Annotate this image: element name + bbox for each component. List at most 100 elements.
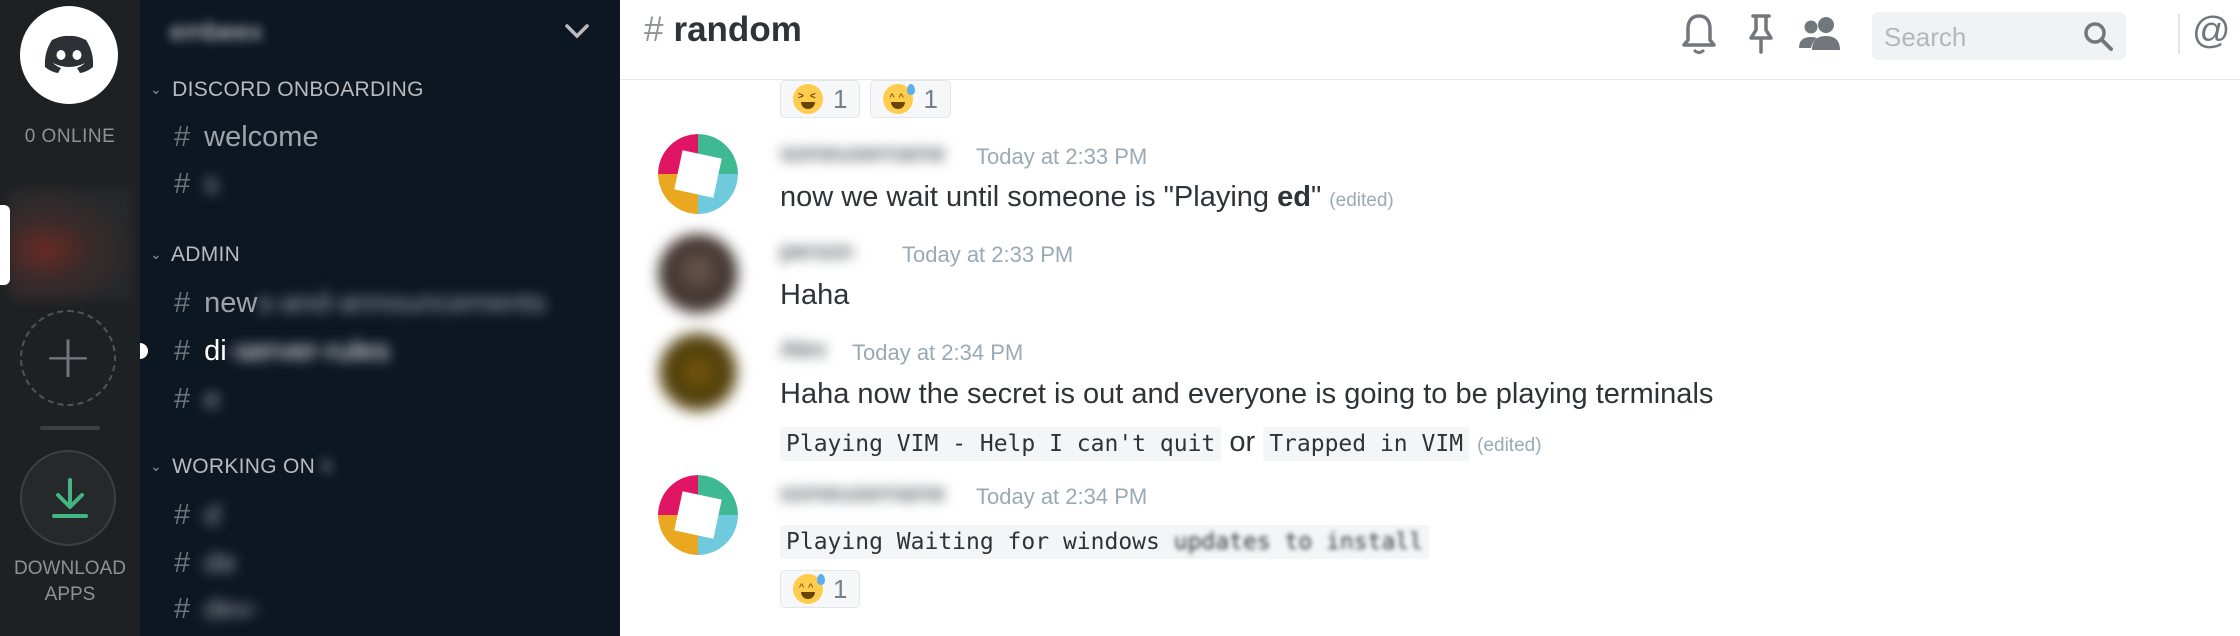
hash-icon: # — [174, 547, 191, 579]
chevron-down-icon: ⌄ — [150, 81, 163, 97]
code-text: Playing Waiting for windows — [786, 529, 1160, 555]
message-text: Haha now the secret is out and everyone … — [780, 378, 1714, 410]
inline-code: Playing VIM - Help I can't quit — [780, 427, 1222, 461]
channel-e[interactable]: # e — [174, 383, 220, 416]
sweat-smile-icon: ^^ — [883, 84, 916, 114]
avatar[interactable] — [658, 475, 738, 555]
message-text: now we wait until someone is "Playing ed… — [780, 181, 1394, 214]
chat-main: #random @ >< 1 — [620, 0, 2240, 636]
message-text-bold: ed — [1277, 181, 1311, 213]
category-label: WORKING ON — [172, 455, 316, 478]
channel-title: # random — [644, 10, 802, 50]
channel-label: di — [204, 335, 227, 367]
header-divider — [2178, 14, 2180, 54]
search-box[interactable] — [1872, 12, 2126, 60]
message-author[interactable]: Alex — [780, 336, 827, 364]
slack-logo-icon — [658, 475, 738, 555]
category-admin[interactable]: ⌄ ADMIN — [150, 243, 240, 267]
discord-home-button[interactable] — [20, 6, 118, 104]
add-server-button[interactable]: + — [20, 310, 116, 406]
bell-icon[interactable] — [1680, 12, 1718, 56]
channel-label: welcome — [204, 121, 319, 153]
message-text-part: or — [1229, 426, 1256, 458]
download-label-line2: APPS — [44, 584, 96, 605]
channel-s[interactable]: # s — [174, 168, 219, 201]
hash-icon: # — [174, 593, 191, 625]
message-timestamp: Today at 2:33 PM — [902, 242, 1074, 267]
inline-code: Trapped in VIM — [1263, 427, 1470, 461]
message-list: >< 1 ^^ 1 someusername Today at 2:33 PM … — [620, 80, 2240, 636]
mention-icon[interactable]: @ — [2192, 10, 2231, 53]
channel-sidebar: embeex ⌄ DISCORD ONBOARDING # welcome # s … — [140, 0, 620, 636]
hash-icon: # — [174, 168, 191, 200]
avatar[interactable] — [658, 134, 738, 214]
channel-dev[interactable]: # dev- — [174, 593, 261, 626]
category-label-blurred: it — [321, 455, 333, 478]
search-input[interactable] — [1882, 20, 2076, 54]
reaction-tired-face[interactable]: >< 1 — [780, 80, 861, 118]
category-discord-onboarding[interactable]: ⌄ DISCORD ONBOARDING — [150, 78, 424, 102]
edited-label: (edited) — [1477, 435, 1542, 456]
message-timestamp: Today at 2:34 PM — [852, 340, 1024, 365]
chevron-down-icon: ⌄ — [150, 458, 163, 474]
message-timestamp: Today at 2:34 PM — [976, 484, 1148, 509]
members-icon[interactable] — [1796, 12, 1846, 56]
category-label: DISCORD ONBOARDING — [172, 78, 424, 101]
reaction-count: 1 — [833, 83, 848, 114]
chevron-down-icon[interactable] — [564, 22, 590, 40]
channel-name: random — [673, 10, 802, 49]
discord-logo-icon — [44, 35, 94, 73]
message-text-part: now we wait until someone is "Playing — [780, 181, 1278, 213]
channel-d[interactable]: # d — [174, 499, 220, 532]
message-author[interactable]: someusername — [780, 140, 945, 168]
channel-label: dev- — [204, 593, 261, 625]
search-icon[interactable] — [2082, 20, 2114, 52]
channel-discord-server[interactable]: # di-server-rules — [174, 335, 389, 368]
reaction-bar: >< 1 ^^ 1 — [780, 80, 951, 118]
channel-de[interactable]: # de — [174, 547, 236, 580]
channel-label: e — [204, 383, 221, 415]
message-text-part: " — [1310, 181, 1322, 213]
edited-label: (edited) — [1329, 190, 1394, 211]
sweat-smile-icon: ^^ — [793, 574, 825, 604]
tired-face-icon: >< — [793, 84, 823, 114]
channel-welcome[interactable]: # welcome — [174, 121, 319, 154]
reaction-count: 1 — [833, 573, 848, 604]
server-name[interactable]: embeex — [170, 16, 263, 47]
active-server-indicator — [0, 205, 10, 285]
hash-icon: # — [174, 499, 191, 531]
hash-icon: # — [644, 10, 664, 49]
chevron-down-icon: ⌄ — [150, 246, 163, 262]
channel-label-blurred: -server-rules — [226, 335, 390, 367]
download-label-line1: DOWNLOAD — [14, 558, 126, 579]
hash-icon: # — [174, 287, 191, 319]
chat-header: #random @ — [620, 0, 2240, 80]
hash-icon: # — [174, 121, 191, 153]
channel-label: s — [204, 168, 219, 200]
avatar[interactable] — [658, 332, 738, 412]
channel-label: d — [204, 499, 221, 531]
message-author[interactable]: person — [780, 238, 853, 266]
hash-icon: # — [174, 383, 191, 415]
unread-indicator — [140, 343, 148, 359]
avatar[interactable] — [658, 234, 738, 314]
reaction-sweat-smile[interactable]: ^^ 1 — [780, 570, 861, 608]
message-timestamp: Today at 2:33 PM — [976, 144, 1148, 169]
reaction-count: 1 — [923, 83, 938, 114]
category-working-on[interactable]: ⌄ WORKING ON it — [150, 455, 332, 479]
inline-code: Playing Waiting for windows updates to i… — [780, 525, 1429, 559]
pin-icon[interactable] — [1746, 12, 1776, 56]
message-author[interactable]: someusername — [780, 480, 945, 508]
slack-logo-icon — [658, 134, 738, 214]
category-label: ADMIN — [170, 243, 241, 266]
message-text-code-line: Playing VIM - Help I can't quit or Trapp… — [780, 426, 1542, 461]
channel-label: de — [204, 547, 237, 579]
hash-icon: # — [174, 335, 191, 367]
channel-label: new — [204, 287, 258, 319]
download-apps-button[interactable] — [20, 450, 116, 546]
server-icon-active[interactable] — [8, 188, 132, 300]
channel-label-blurred: s-and-announcements — [257, 287, 546, 319]
reaction-sweat-smile[interactable]: ^^ 1 — [870, 80, 951, 118]
channel-new[interactable]: # news-and-announcements — [174, 287, 546, 320]
download-apps-label: DOWNLOAD APPS — [0, 556, 140, 608]
